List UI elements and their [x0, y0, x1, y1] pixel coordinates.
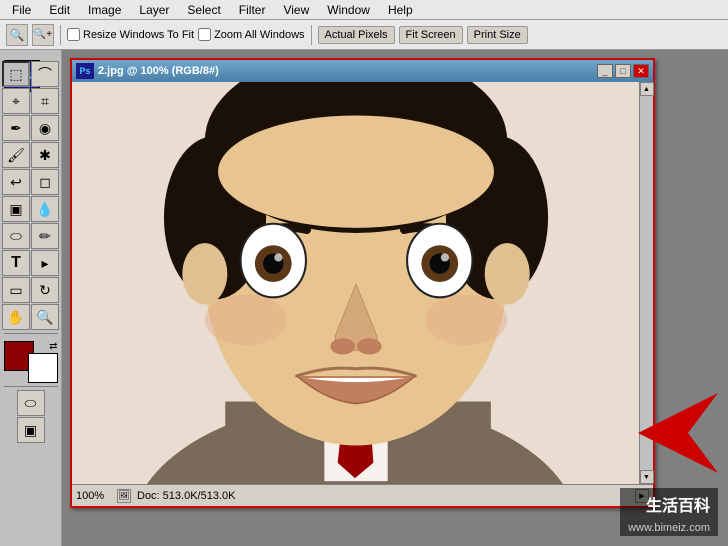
background-color[interactable]	[28, 353, 58, 383]
marquee-tool[interactable]: ⬚	[2, 61, 30, 87]
quick-mask-tool[interactable]: ⬭	[17, 390, 45, 416]
tool-row-5: ↩ ◻	[2, 169, 59, 195]
clone-stamp-tool[interactable]: ✱	[31, 142, 59, 168]
watermark-container: 生活百科 www.bimeiz.com	[620, 488, 718, 536]
photo-content	[72, 82, 639, 484]
quick-select-tool[interactable]: ⌖	[2, 88, 30, 114]
tool-row-7: ⬭ ✏	[2, 223, 59, 249]
doc-controls: _ □ ✕	[597, 64, 649, 78]
screen-mode-row: ▣	[17, 417, 45, 443]
brush-tool[interactable]: 🖌	[2, 142, 30, 168]
menu-layer[interactable]: Layer	[131, 1, 177, 19]
menu-edit[interactable]: Edit	[41, 1, 78, 19]
status-bar: 100% 🖼 Doc: 513.0K/513.0K ▶	[72, 484, 653, 506]
toolbox: Ps ⬚ ⌒ ⌖ ⌗ ✒ ◉ 🖌 ✱ ↩ ◻ ▣ 💧 ⬭ ✏	[0, 50, 62, 546]
tool-row-1: ⬚ ⌒	[2, 61, 59, 87]
status-icon[interactable]: 🖼	[117, 489, 131, 503]
doc-ps-logo: Ps	[76, 63, 94, 79]
dodge-tool[interactable]: ⬭	[2, 223, 30, 249]
path-selection-tool[interactable]: ▸	[31, 250, 59, 276]
spot-heal-tool[interactable]: ◉	[31, 115, 59, 141]
menu-image[interactable]: Image	[80, 1, 129, 19]
tool-divider	[4, 333, 58, 334]
print-size-button[interactable]: Print Size	[467, 26, 528, 44]
tool-row-8: T ▸	[2, 250, 59, 276]
eyedropper-tool[interactable]: ✒	[2, 115, 30, 141]
toolbar-separator-2	[311, 25, 312, 45]
lasso-tool[interactable]: ⌒	[31, 61, 59, 87]
watermark-chinese: 生活百科	[620, 488, 718, 520]
menu-view[interactable]: View	[275, 1, 317, 19]
tool-divider-2	[4, 386, 58, 387]
tool-row-10: ✋ 🔍	[2, 304, 59, 330]
doc-title: 2.jpg @ 100% (RGB/8#)	[98, 65, 593, 77]
color-area: ⇄	[4, 341, 58, 383]
resize-windows-checkbox[interactable]: Resize Windows To Fit	[67, 28, 194, 41]
resize-windows-input[interactable]	[67, 28, 80, 41]
canvas-wrapper: ▲ ▼	[72, 82, 653, 484]
red-arrow-container	[598, 383, 718, 486]
tool-row-6: ▣ 💧	[2, 196, 59, 222]
scroll-up-arrow[interactable]: ▲	[640, 82, 654, 96]
doc-size: Doc: 513.0K/513.0K	[137, 490, 235, 502]
canvas-area[interactable]	[72, 82, 639, 484]
zoom-all-input[interactable]	[198, 28, 211, 41]
tool-row-3: ✒ ◉	[2, 115, 59, 141]
menu-select[interactable]: Select	[179, 1, 228, 19]
zoom-level: 100%	[76, 490, 111, 502]
menu-file[interactable]: File	[4, 1, 39, 19]
crop-tool[interactable]: ⌗	[31, 88, 59, 114]
blur-tool[interactable]: 💧	[31, 196, 59, 222]
screen-mode-button[interactable]: ▣	[17, 417, 45, 443]
history-brush-tool[interactable]: ↩	[2, 169, 30, 195]
toolbar-separator-1	[60, 25, 61, 45]
menu-bar: File Edit Image Layer Select Filter View…	[0, 0, 728, 20]
tool-row-2: ⌖ ⌗	[2, 88, 59, 114]
tool-row-9: ▭ ↻	[2, 277, 59, 303]
zoom-tool[interactable]: 🔍	[31, 304, 59, 330]
mode-row: ⬭	[17, 390, 45, 416]
color-swap-icon[interactable]: ⇄	[49, 341, 57, 352]
red-arrow-svg	[598, 383, 718, 483]
eraser-tool[interactable]: ◻	[31, 169, 59, 195]
zoom-all-checkbox[interactable]: Zoom All Windows	[198, 28, 304, 41]
toolbar: 🔍 🔍+ Resize Windows To Fit Zoom All Wind…	[0, 20, 728, 50]
hand-tool[interactable]: ✋	[2, 304, 30, 330]
fit-screen-button[interactable]: Fit Screen	[399, 26, 463, 44]
zoom-in-icon[interactable]: 🔍+	[32, 24, 54, 46]
3d-rotate-tool[interactable]: ↻	[31, 277, 59, 303]
text-tool[interactable]: T	[2, 250, 30, 276]
photo-svg	[72, 82, 639, 484]
menu-filter[interactable]: Filter	[231, 1, 274, 19]
menu-window[interactable]: Window	[319, 1, 378, 19]
document-window: Ps 2.jpg @ 100% (RGB/8#) _ □ ✕	[70, 58, 655, 508]
doc-titlebar: Ps 2.jpg @ 100% (RGB/8#) _ □ ✕	[72, 60, 653, 82]
maximize-button[interactable]: □	[615, 64, 631, 78]
tool-row-4: 🖌 ✱	[2, 142, 59, 168]
actual-pixels-button[interactable]: Actual Pixels	[318, 26, 395, 44]
gradient-tool[interactable]: ▣	[2, 196, 30, 222]
content-area: Ps 2.jpg @ 100% (RGB/8#) _ □ ✕	[62, 50, 728, 546]
shape-tool[interactable]: ▭	[2, 277, 30, 303]
zoom-tool-icon[interactable]: 🔍	[6, 24, 28, 46]
main-area: Ps ⬚ ⌒ ⌖ ⌗ ✒ ◉ 🖌 ✱ ↩ ◻ ▣ 💧 ⬭ ✏	[0, 50, 728, 546]
watermark-url: www.bimeiz.com	[620, 520, 718, 536]
close-button[interactable]: ✕	[633, 64, 649, 78]
minimize-button[interactable]: _	[597, 64, 613, 78]
pen-tool[interactable]: ✏	[31, 223, 59, 249]
menu-help[interactable]: Help	[380, 1, 421, 19]
